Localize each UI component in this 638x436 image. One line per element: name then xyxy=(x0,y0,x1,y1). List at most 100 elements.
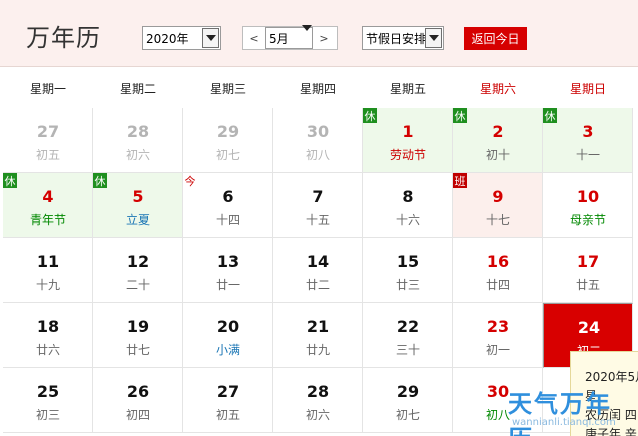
day-cell[interactable]: 休 5 立夏 xyxy=(93,173,183,238)
day-cell[interactable]: 11 十九 xyxy=(3,238,93,303)
lunar-date: 廿五 xyxy=(575,278,600,292)
holiday-schedule-select[interactable]: 节假日安排 xyxy=(362,26,444,50)
day-number: 6 xyxy=(222,187,234,206)
lunar-date: 廿四 xyxy=(485,278,510,292)
lunar-date: 初四 xyxy=(125,408,150,422)
weekday-label: 星期六 xyxy=(479,81,516,96)
day-cell[interactable]: 10 母亲节 xyxy=(543,173,633,238)
day-cell[interactable]: 15 廿三 xyxy=(363,238,453,303)
day-number: 7 xyxy=(312,187,324,206)
day-cell[interactable]: 20 小满 xyxy=(183,303,273,368)
day-cell[interactable]: 休 4 青年节 xyxy=(3,173,93,238)
rest-day-badge: 休 xyxy=(453,108,467,123)
lunar-date: 廿七 xyxy=(125,343,150,357)
day-number: 9 xyxy=(492,187,504,206)
chevron-down-icon[interactable] xyxy=(425,28,442,48)
day-cell[interactable]: 休 1 劳动节 xyxy=(363,108,453,173)
lunar-date: 小满 xyxy=(215,343,240,357)
day-number: 2 xyxy=(492,122,504,141)
day-number: 26 xyxy=(126,382,150,401)
day-cell[interactable]: 16 廿四 xyxy=(453,238,543,303)
day-number: 15 xyxy=(396,252,420,271)
lunar-date: 十四 xyxy=(215,213,240,227)
lunar-date: 二十 xyxy=(125,278,150,292)
back-to-today-button[interactable]: 返回今日 xyxy=(464,27,527,50)
workday-badge: 班 xyxy=(453,173,467,188)
lunar-date: 廿九 xyxy=(305,343,330,357)
day-cell[interactable]: 休 3 十一 xyxy=(543,108,633,173)
day-cell[interactable]: 23 初一 xyxy=(453,303,543,368)
day-number: 5 xyxy=(132,187,144,206)
lunar-date: 初七 xyxy=(395,408,420,422)
tooltip-line: 2020年5月 xyxy=(585,370,638,384)
day-cell[interactable]: 今 6 十四 xyxy=(183,173,273,238)
day-cell[interactable]: 28 初六 xyxy=(93,108,183,173)
day-cell[interactable]: 28 初六 xyxy=(273,368,363,433)
day-cell[interactable]: 29 初七 xyxy=(183,108,273,173)
day-number: 17 xyxy=(576,252,600,271)
day-number: 3 xyxy=(582,122,594,141)
lunar-date: 廿六 xyxy=(35,343,60,357)
day-cell[interactable]: 29 初七 xyxy=(363,368,453,433)
day-number: 29 xyxy=(216,122,240,141)
lunar-date: 初五 xyxy=(215,408,240,422)
day-cell[interactable]: 13 廿一 xyxy=(183,238,273,303)
lunar-date: 初七 xyxy=(215,148,240,162)
day-number: 21 xyxy=(306,317,330,336)
holiday-select-value: 节假日安排 xyxy=(366,31,425,46)
lunar-date: 初五 xyxy=(35,148,60,162)
day-number: 19 xyxy=(126,317,150,336)
day-number: 20 xyxy=(216,317,240,336)
weekday-label: 星期日 xyxy=(569,81,606,96)
day-cell[interactable]: 21 廿九 xyxy=(273,303,363,368)
day-cell[interactable]: 19 廿七 xyxy=(93,303,183,368)
day-cell[interactable]: 27 初五 xyxy=(3,108,93,173)
day-cell[interactable]: 7 十五 xyxy=(273,173,363,238)
day-number: 25 xyxy=(36,382,60,401)
chevron-down-icon[interactable] xyxy=(202,28,219,48)
prev-month-button[interactable]: < xyxy=(243,27,265,49)
year-select[interactable]: 2020年 xyxy=(142,26,221,50)
day-number: 11 xyxy=(36,252,60,271)
day-number: 28 xyxy=(306,382,330,401)
day-cell[interactable]: 22 三十 xyxy=(363,303,453,368)
day-number: 18 xyxy=(36,317,60,336)
next-month-button[interactable]: > xyxy=(313,27,335,49)
lunar-date: 初三 xyxy=(35,408,60,422)
day-number: 23 xyxy=(486,317,510,336)
lunar-date: 廿二 xyxy=(305,278,330,292)
day-cell[interactable]: 8 十六 xyxy=(363,173,453,238)
lunar-date: 十六 xyxy=(395,213,420,227)
day-number: 8 xyxy=(402,187,414,206)
day-number: 29 xyxy=(396,382,420,401)
day-cell[interactable]: 30 初八 xyxy=(273,108,363,173)
watermark-logo: 天气万年历 wannianli.tianqi.com xyxy=(508,384,633,436)
day-cell[interactable]: 18 廿六 xyxy=(3,303,93,368)
day-cell[interactable]: 14 廿二 xyxy=(273,238,363,303)
day-cell[interactable]: 25 初三 xyxy=(3,368,93,433)
day-cell[interactable]: 27 初五 xyxy=(183,368,273,433)
month-navigator: < 5月 > xyxy=(242,25,338,50)
day-number: 12 xyxy=(126,252,150,271)
day-number: 16 xyxy=(486,252,510,271)
lunar-date: 十七 xyxy=(485,213,510,227)
day-cell[interactable]: 休 2 初十 xyxy=(453,108,543,173)
lunar-date: 十九 xyxy=(35,278,60,292)
year-select-value: 2020年 xyxy=(146,31,189,46)
weekday-label: 星期二 xyxy=(119,81,156,96)
chevron-down-icon[interactable] xyxy=(302,25,312,45)
month-select[interactable]: 5月 xyxy=(265,25,313,49)
weekday-label: 星期四 xyxy=(299,81,336,96)
day-cell[interactable]: 17 廿五 xyxy=(543,238,633,303)
app-title: 万年历 xyxy=(26,24,101,52)
lunar-date: 初八 xyxy=(305,148,330,162)
lunar-date: 初十 xyxy=(485,148,510,162)
weekday-label: 星期一 xyxy=(29,81,66,96)
day-cell[interactable]: 12 二十 xyxy=(93,238,183,303)
day-number: 13 xyxy=(216,252,240,271)
lunar-date: 十一 xyxy=(575,148,600,162)
lunar-date: 初六 xyxy=(125,148,150,162)
month-select-value: 5月 xyxy=(269,31,289,46)
day-cell[interactable]: 班 9 十七 xyxy=(453,173,543,238)
day-cell[interactable]: 26 初四 xyxy=(93,368,183,433)
